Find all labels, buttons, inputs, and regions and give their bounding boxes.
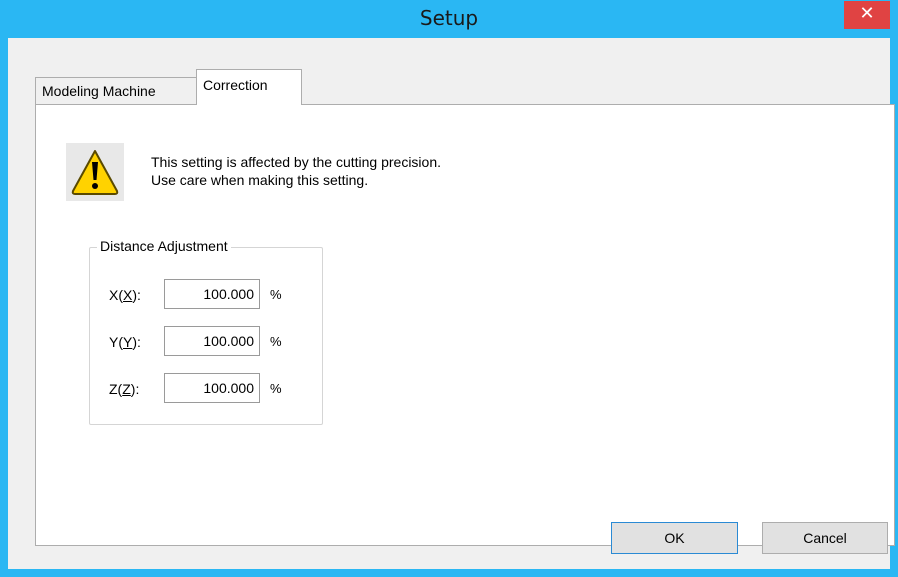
warning-message: This setting is affected by the cutting … [151, 153, 441, 189]
window-title: Setup [419, 6, 479, 30]
y-distance-input[interactable]: 100.000 [164, 326, 260, 356]
distance-adjustment-group: Distance Adjustment X(X): 100.000 % Y(Y)… [89, 238, 323, 425]
title-bar[interactable]: Setup ✕ [0, 0, 898, 38]
close-button[interactable]: ✕ [844, 1, 890, 29]
warning-icon [66, 143, 124, 201]
z-label: Z(Z): [109, 381, 140, 397]
warning-line-1: This setting is affected by the cutting … [151, 154, 442, 170]
dialog-client-area: Modeling Machine Correction This setting… [8, 38, 895, 569]
y-unit: % [270, 334, 282, 349]
ok-button[interactable]: OK [611, 522, 738, 554]
z-unit: % [270, 381, 282, 396]
z-distance-input[interactable]: 100.000 [164, 373, 260, 403]
y-label: Y(Y): [109, 334, 141, 350]
tab-correction[interactable]: Correction [196, 69, 302, 105]
x-label: X(X): [109, 287, 141, 303]
setup-dialog: Setup ✕ Modeling Machine Correction This… [0, 0, 898, 577]
x-distance-input[interactable]: 100.000 [164, 279, 260, 309]
tab-panel-correction: This setting is affected by the cutting … [35, 104, 895, 546]
distance-adjustment-legend: Distance Adjustment [97, 238, 231, 254]
x-unit: % [270, 287, 282, 302]
tab-modeling-machine[interactable]: Modeling Machine [35, 77, 198, 104]
cancel-button[interactable]: Cancel [762, 522, 888, 554]
close-icon: ✕ [859, 3, 875, 24]
warning-line-2: Use care when making this setting. [151, 172, 369, 188]
